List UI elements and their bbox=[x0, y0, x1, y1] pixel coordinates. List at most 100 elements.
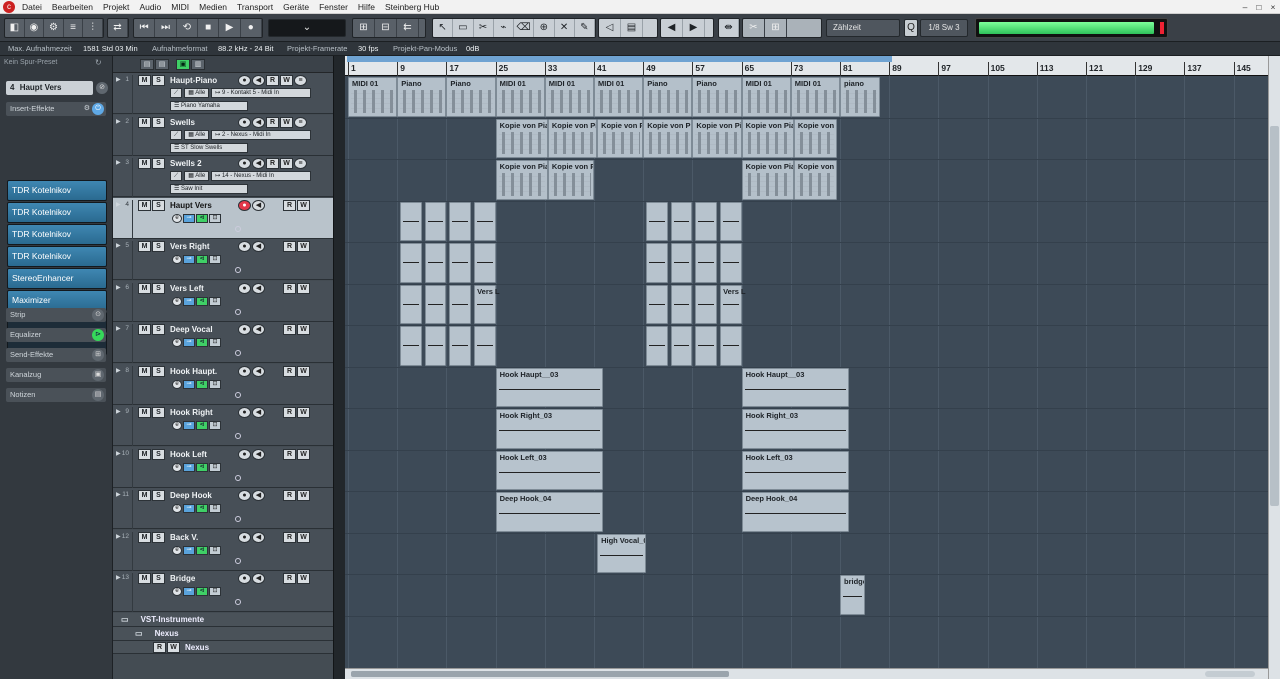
pan-mode-value[interactable]: 0dB bbox=[466, 42, 479, 56]
cycle-range[interactable] bbox=[347, 56, 892, 62]
edit-channel-icon[interactable]: e bbox=[172, 504, 182, 513]
solo-button[interactable]: S bbox=[152, 448, 165, 460]
track-expand-icon[interactable]: ▶ bbox=[116, 533, 121, 540]
midi-part[interactable]: MIDI 01 bbox=[348, 77, 398, 117]
zoom-slider[interactable] bbox=[1205, 671, 1255, 677]
record-enable-button[interactable]: ● bbox=[238, 490, 251, 501]
vertical-scrollbar[interactable] bbox=[1268, 56, 1280, 679]
eq-bypass-icon[interactable]: ⊲ bbox=[196, 213, 208, 223]
menu-item-6[interactable]: Transport bbox=[232, 2, 278, 12]
track-color-dot[interactable] bbox=[235, 433, 241, 439]
snap-icon[interactable]: ⇼ bbox=[719, 19, 739, 37]
audio-event[interactable] bbox=[449, 201, 471, 241]
track-row[interactable]: 12 ▶ M S Back V. ● ◀ R We ⊸ ⊲ ⊡ bbox=[113, 529, 333, 571]
audio-event[interactable] bbox=[474, 243, 496, 283]
solo-button[interactable]: S bbox=[152, 158, 165, 169]
monitor-button[interactable]: ◀ bbox=[252, 324, 265, 335]
insert-slot-4[interactable]: TDR Kotelnikov bbox=[7, 246, 107, 267]
track-expand-icon[interactable]: ▶ bbox=[116, 159, 121, 166]
midi-input-icon[interactable]: ⟋ bbox=[170, 88, 183, 98]
vertical-scrollbar-thumb[interactable] bbox=[1270, 126, 1279, 506]
midi-part[interactable]: Kopie von Pia bbox=[547, 160, 594, 200]
folder-vst-instruments[interactable]: ▭ VST-Instrumente bbox=[113, 612, 333, 627]
solo-button[interactable]: S bbox=[152, 573, 165, 584]
audio-event[interactable] bbox=[720, 326, 742, 366]
eq-bypass-icon[interactable]: ⊲ bbox=[196, 421, 208, 430]
track-name[interactable]: Swells 2 bbox=[170, 159, 202, 168]
mute-button[interactable]: M bbox=[138, 531, 151, 543]
audio-event[interactable] bbox=[670, 326, 693, 366]
menu-item-7[interactable]: Geräte bbox=[278, 2, 314, 12]
send-bypass-icon[interactable]: ⊡ bbox=[209, 587, 221, 596]
audio-event[interactable] bbox=[449, 326, 471, 366]
quantize-select[interactable]: 1/8 Sw 3 bbox=[920, 19, 968, 37]
record-icon[interactable]: ● bbox=[241, 19, 262, 37]
mute-button[interactable]: M bbox=[138, 490, 151, 501]
menu-item-5[interactable]: Medien bbox=[194, 2, 232, 12]
insert-bypass-icon[interactable]: ⊸ bbox=[183, 338, 195, 347]
eq-bypass-icon[interactable]: ⊲ bbox=[196, 255, 208, 264]
inspector-toggle-icon[interactable]: ◉ bbox=[25, 19, 45, 37]
midi-part[interactable]: Kopie von Pia bbox=[495, 118, 548, 158]
cycle-icon[interactable]: ⟲ bbox=[177, 19, 198, 37]
write-automation-button[interactable]: W bbox=[297, 282, 310, 294]
edit-channel-icon[interactable]: e bbox=[172, 213, 182, 223]
split-tool-icon[interactable]: ✂ bbox=[474, 19, 494, 37]
edit-channel-icon[interactable]: e bbox=[172, 587, 182, 596]
eq-bypass-icon[interactable]: ⊲ bbox=[196, 587, 208, 596]
audio-event[interactable] bbox=[424, 201, 447, 241]
automation-mode-icon[interactable]: ⇄ bbox=[108, 19, 128, 37]
write-automation-button[interactable]: W bbox=[280, 75, 293, 86]
insert-bypass-icon[interactable]: ⊸ bbox=[183, 504, 195, 513]
send-bypass-icon[interactable]: ⊡ bbox=[209, 379, 221, 389]
stop-icon[interactable]: ■ bbox=[198, 19, 220, 37]
read-automation-button[interactable]: R bbox=[283, 199, 296, 211]
write-automation-button[interactable]: W bbox=[167, 641, 180, 653]
midi-part[interactable]: Kopie von Pia bbox=[547, 118, 598, 158]
eq-bypass-icon[interactable]: ⊲ bbox=[196, 379, 208, 389]
track-row[interactable]: 10 ▶ M S Hook Left ● ◀ R We ⊸ ⊲ ⊡ bbox=[113, 446, 333, 488]
eq-bypass-icon[interactable]: ⊲ bbox=[196, 504, 208, 513]
speaker-tool-icon[interactable]: ◁ bbox=[599, 19, 621, 37]
midi-part[interactable]: Kopie von Pia bbox=[741, 118, 794, 158]
eq-bypass-icon[interactable]: ⊲ bbox=[196, 338, 208, 347]
audio-event[interactable] bbox=[400, 326, 422, 366]
inspector-track-name[interactable]: 4 Haupt Vers bbox=[6, 81, 93, 95]
track-row[interactable]: 8 ▶ M S Hook Haupt. ● ◀ R We ⊸ ⊲ ⊡ bbox=[113, 363, 333, 405]
record-enable-button[interactable]: ● bbox=[238, 573, 251, 584]
record-enable-button[interactable]: ● bbox=[238, 282, 251, 294]
settings-icon[interactable]: ⚙ bbox=[44, 19, 64, 37]
zoom-tool-icon[interactable]: ⊕ bbox=[534, 19, 555, 37]
read-automation-button[interactable]: R bbox=[283, 407, 296, 418]
audio-event[interactable] bbox=[449, 243, 471, 283]
solo-state-icon[interactable]: ⊟ bbox=[375, 19, 397, 37]
range-tool-icon[interactable]: ▭ bbox=[453, 19, 474, 37]
inspector-section-3[interactable]: Kanalzug ▣ bbox=[6, 368, 106, 382]
insert-bypass-icon[interactable]: ⊸ bbox=[183, 296, 195, 306]
track-name[interactable]: Vers Left bbox=[170, 284, 204, 293]
timeline-ruler[interactable]: 1 9 17 25 33 41 49 57 65 73 81 89 97 105 113 121 129 137 1… bbox=[345, 56, 1268, 76]
edit-instrument-button[interactable]: ≡ bbox=[294, 75, 307, 86]
audio-event[interactable] bbox=[646, 284, 668, 324]
midi-part[interactable]: MIDI 01 bbox=[741, 77, 791, 117]
listen-icon[interactable]: ⇇ bbox=[397, 19, 419, 37]
write-automation-button[interactable]: W bbox=[297, 407, 310, 418]
track-row[interactable]: 7 ▶ M S Deep Vocal ● ◀ R We ⊸ ⊲ ⊡ bbox=[113, 322, 333, 363]
send-bypass-icon[interactable]: ⊡ bbox=[209, 545, 221, 555]
track-name[interactable]: Hook Left bbox=[170, 450, 207, 459]
edit-instrument-button[interactable]: ≡ bbox=[294, 116, 307, 128]
midi-part[interactable]: MIDI 01 bbox=[544, 77, 594, 117]
audio-event[interactable] bbox=[474, 326, 496, 366]
nudge-left-icon[interactable]: ◀ bbox=[661, 19, 683, 37]
write-automation-button[interactable]: W bbox=[280, 116, 293, 128]
audio-event[interactable]: bridge bbox=[840, 575, 865, 615]
read-automation-button[interactable]: R bbox=[283, 282, 296, 294]
edit-channel-icon[interactable]: e bbox=[172, 338, 182, 347]
midi-part[interactable]: Kopie von Pi bbox=[692, 118, 742, 158]
read-automation-button[interactable]: R bbox=[283, 365, 296, 377]
divider[interactable] bbox=[333, 56, 345, 679]
glue-tool-icon[interactable]: ⌁ bbox=[494, 19, 514, 37]
track-row[interactable]: 5 ▶ M S Vers Right ● ◀ R We ⊸ ⊲ ⊡ bbox=[113, 239, 333, 280]
mute-button[interactable]: M bbox=[138, 241, 151, 252]
insert-slot-5[interactable]: StereoEnhancer bbox=[7, 268, 107, 289]
